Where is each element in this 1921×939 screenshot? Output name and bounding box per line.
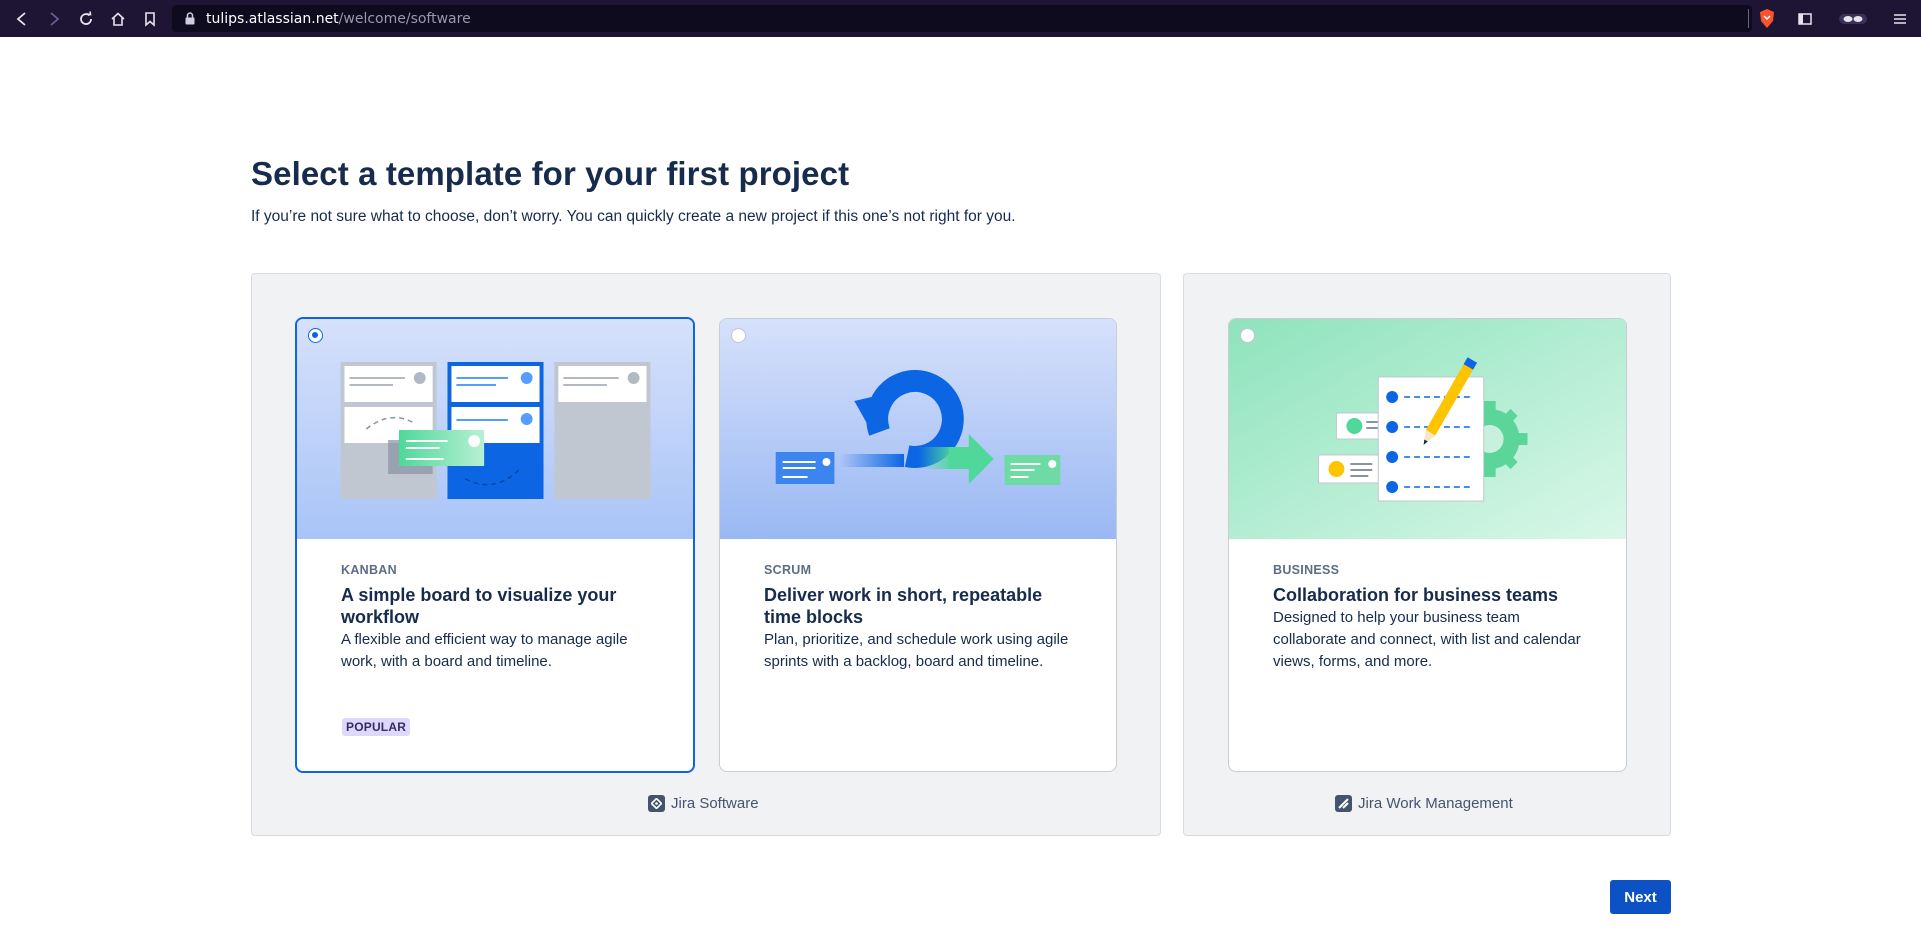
popular-badge: POPULAR	[342, 718, 411, 736]
product-name: Jira Work Management	[1358, 795, 1513, 812]
card-label: BUSINESS	[1273, 563, 1340, 577]
jira-work-management-icon	[1335, 795, 1352, 812]
reload-icon[interactable]	[70, 0, 102, 37]
url-path: /welcome/software	[338, 10, 471, 27]
jira-software-icon	[648, 795, 665, 812]
card-description: A flexible and efficient way to manage a…	[341, 631, 628, 670]
jira-software-group: KANBAN A simple board to visualize your …	[251, 273, 1161, 836]
back-icon[interactable]	[6, 0, 38, 37]
sidebar-toggle-icon[interactable]	[1783, 0, 1827, 37]
page-subtitle: If you’re not sure what to choose, don’t…	[251, 208, 1016, 225]
scrum-illustration	[720, 319, 1116, 539]
browser-toolbar: tulips.atlassian.net/welcome/software	[0, 0, 1921, 37]
card-label: SCRUM	[764, 563, 812, 577]
next-button[interactable]: Next	[1610, 880, 1671, 914]
business-radio[interactable]	[1240, 328, 1255, 343]
toolbar-divider	[1748, 9, 1749, 28]
address-bar[interactable]: tulips.atlassian.net/welcome/software	[172, 5, 1752, 32]
menu-icon[interactable]	[1879, 0, 1921, 37]
card-description: Plan, prioritize, and schedule work usin…	[764, 631, 1069, 670]
scrum-template-card[interactable]: SCRUM Deliver work in short, repeatable …	[719, 318, 1117, 772]
url-host: tulips.atlassian.net	[206, 10, 339, 27]
card-label: KANBAN	[341, 563, 397, 577]
card-description: Designed to help your business team coll…	[1273, 609, 1581, 670]
kanban-radio[interactable]	[308, 328, 323, 343]
jira-work-management-label: Jira Work Management	[1335, 795, 1513, 812]
private-window-icon[interactable]	[1827, 0, 1879, 37]
bookmark-icon[interactable]	[134, 0, 166, 37]
jira-work-management-group: BUSINESS Collaboration for business team…	[1183, 273, 1671, 836]
product-name: Jira Software	[671, 795, 759, 812]
jira-software-label: Jira Software	[648, 795, 759, 812]
card-heading: A simple board to visualize your workflo…	[341, 585, 617, 627]
brave-shields-icon[interactable]	[1757, 8, 1777, 29]
business-illustration	[1229, 319, 1626, 539]
lock-icon	[185, 12, 195, 25]
kanban-template-card[interactable]: KANBAN A simple board to visualize your …	[295, 317, 695, 773]
card-heading: Collaboration for business teams	[1273, 585, 1559, 605]
scrum-radio[interactable]	[731, 328, 746, 343]
business-template-card[interactable]: BUSINESS Collaboration for business team…	[1228, 318, 1627, 772]
kanban-illustration	[297, 319, 693, 539]
card-heading: Deliver work in short, repeatable time b…	[764, 585, 1043, 627]
home-icon[interactable]	[102, 0, 134, 37]
forward-icon[interactable]	[38, 0, 70, 37]
page-title: Select a template for your first project	[251, 155, 850, 192]
